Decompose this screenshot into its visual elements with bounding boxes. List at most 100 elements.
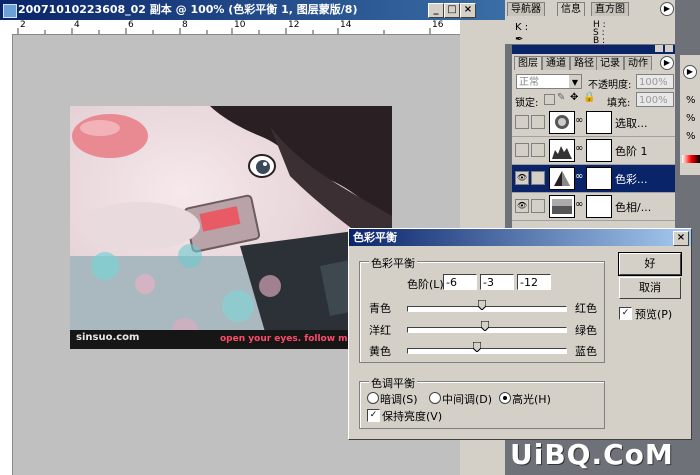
mask-thumbnail[interactable] xyxy=(586,111,612,134)
ruler-horizontal: 2 4 6 8 10 12 14 16 xyxy=(0,20,460,35)
adjustment-thumbnail xyxy=(549,167,575,190)
color-balance-dialog: 色彩平衡 × 色彩平衡 色阶(L): -6 -3 -12 青色 红色 洋红 绿色… xyxy=(348,228,692,440)
mask-thumbnail[interactable] xyxy=(586,195,612,218)
palette-close-icon[interactable] xyxy=(665,45,673,52)
yellow-blue-track[interactable] xyxy=(407,348,567,354)
slider-left-label: 黄色 xyxy=(369,345,391,358)
slider-left-label: 青色 xyxy=(369,302,391,315)
tab-info[interactable]: 信息 xyxy=(557,2,585,16)
layer-row-color-balance[interactable]: 👁 ∞ 色彩... xyxy=(512,165,675,193)
palette-menu-icon[interactable]: ▶ xyxy=(683,65,697,79)
yellow-blue-slider[interactable] xyxy=(473,342,481,352)
layers-palette-titlebar[interactable] xyxy=(512,45,675,54)
preview-checkbox[interactable]: ✓ xyxy=(619,307,632,320)
cyan-red-track[interactable] xyxy=(407,306,567,312)
levels-label: 色阶(L): xyxy=(407,278,448,291)
tab-paths[interactable]: 路径 xyxy=(570,56,598,70)
layer-row-hue-saturation[interactable]: 👁 ∞ 色相/... xyxy=(512,193,675,221)
chain-icon[interactable]: ∞ xyxy=(575,199,583,210)
radio-highlights[interactable] xyxy=(499,392,511,404)
layers-palette: 图层 通道 路径 记录 动作 ▶ 正常 ▼ 不透明度: 100% 锁定: ✎ ✥… xyxy=(512,45,675,235)
percent-fragment: % xyxy=(686,131,696,142)
layer-name: 色阶 1 xyxy=(615,145,648,158)
preview-label: 预览(P) xyxy=(635,308,673,321)
tab-layers[interactable]: 图层 xyxy=(514,56,542,70)
opacity-label: 不透明度: xyxy=(588,80,632,91)
cyan-red-slider[interactable] xyxy=(478,300,486,310)
blend-mode-value: 正常 xyxy=(519,77,539,88)
radio-midtones[interactable] xyxy=(429,392,441,404)
shadows-label: 暗调(S) xyxy=(380,393,418,406)
adjustment-thumbnail xyxy=(549,139,575,162)
mask-thumbnail[interactable] xyxy=(586,167,612,190)
layer-row-levels[interactable]: ∞ 色阶 1 xyxy=(512,137,675,165)
document-titlebar[interactable]: 20071010223608_02 副本 @ 100% (色彩平衡 1, 图层蒙… xyxy=(0,0,505,20)
highlights-label: 高光(H) xyxy=(512,393,551,406)
fill-input[interactable]: 100% xyxy=(636,92,674,107)
palette-menu-icon[interactable]: ▶ xyxy=(660,2,674,16)
navigator-palette: 导航器 信息 直方图 K : ✒ H : S : B : ▶ xyxy=(505,0,675,46)
lock-move-icon[interactable]: ✥ xyxy=(570,92,578,103)
layer-row-selective-color[interactable]: ∞ 选取... xyxy=(512,109,675,137)
tab-navigator[interactable]: 导航器 xyxy=(507,2,545,16)
ruler-vertical xyxy=(0,34,13,475)
dialog-title: 色彩平衡 xyxy=(353,231,397,244)
layer-link-toggle[interactable] xyxy=(531,143,545,157)
brush-icon[interactable] xyxy=(531,171,545,185)
preserve-luminosity-label: 保持亮度(V) xyxy=(382,410,443,423)
visibility-toggle[interactable] xyxy=(515,115,529,129)
maximize-button[interactable]: □ xyxy=(444,3,460,18)
mask-thumbnail[interactable] xyxy=(586,139,612,162)
color-palette-edge: ▶ % % % xyxy=(680,55,700,175)
slider-left-label: 洋红 xyxy=(369,324,391,337)
chain-icon[interactable]: ∞ xyxy=(575,115,583,126)
level-input-cyan-red[interactable]: -6 xyxy=(443,274,477,290)
magenta-green-slider[interactable] xyxy=(481,321,489,331)
eye-icon[interactable]: 👁 xyxy=(515,171,529,185)
radio-shadows[interactable] xyxy=(367,392,379,404)
info-k-label: K : xyxy=(515,22,529,33)
layer-name: 选取... xyxy=(615,117,648,130)
ok-button[interactable]: 好 xyxy=(618,252,682,276)
slider-right-label: 蓝色 xyxy=(575,345,597,358)
chain-icon[interactable]: ∞ xyxy=(575,171,583,182)
level-input-magenta-green[interactable]: -3 xyxy=(480,274,514,290)
photo-caption-text: open your eyes. follow me. xyxy=(220,334,358,344)
lock-paint-icon[interactable]: ✎ xyxy=(557,92,565,103)
eye-icon[interactable]: 👁 xyxy=(515,199,529,213)
levels-inputs: -6 -3 -12 xyxy=(443,274,573,290)
layer-link-toggle[interactable] xyxy=(531,115,545,129)
level-input-yellow-blue[interactable]: -12 xyxy=(517,274,551,290)
preserve-luminosity-checkbox[interactable]: ✓ xyxy=(367,409,380,422)
palette-menu-icon[interactable]: ▶ xyxy=(660,56,674,70)
blend-mode-select[interactable]: 正常 ▼ xyxy=(516,74,582,89)
photo-image xyxy=(70,106,392,349)
tab-histogram[interactable]: 直方图 xyxy=(591,2,629,16)
lock-label: 锁定: xyxy=(515,98,539,109)
color-ramp[interactable] xyxy=(682,155,700,163)
close-button[interactable]: × xyxy=(460,3,476,18)
visibility-toggle[interactable] xyxy=(515,143,529,157)
lock-all-icon[interactable]: 🔒 xyxy=(583,92,595,103)
photo-canvas[interactable]: sinsuo.com open your eyes. follow me. xyxy=(70,106,392,349)
palette-minimize-icon[interactable] xyxy=(655,45,663,52)
chain-icon[interactable]: ∞ xyxy=(575,143,583,154)
cancel-button[interactable]: 取消 xyxy=(619,277,681,299)
chevron-down-icon[interactable]: ▼ xyxy=(569,75,581,88)
ruler-ticks xyxy=(17,28,431,34)
slider-right-label: 绿色 xyxy=(575,324,597,337)
tab-history[interactable]: 记录 xyxy=(596,56,624,70)
tab-channels[interactable]: 通道 xyxy=(542,56,570,70)
fill-label: 填充: xyxy=(607,98,631,109)
layer-name: 色彩... xyxy=(615,173,648,186)
layer-link-toggle[interactable] xyxy=(531,199,545,213)
document-title: 20071010223608_02 副本 @ 100% (色彩平衡 1, 图层蒙… xyxy=(18,3,358,16)
dialog-close-button[interactable]: × xyxy=(673,231,689,246)
tab-actions[interactable]: 动作 xyxy=(624,56,652,70)
opacity-input[interactable]: 100% xyxy=(636,74,674,89)
site-watermark: UiBQ.CoM xyxy=(510,438,674,471)
dialog-titlebar[interactable]: 色彩平衡 × xyxy=(349,229,691,246)
minimize-button[interactable]: _ xyxy=(428,3,444,18)
lock-transparency-icon[interactable] xyxy=(544,94,555,105)
color-balance-group-label: 色彩平衡 xyxy=(369,255,417,271)
